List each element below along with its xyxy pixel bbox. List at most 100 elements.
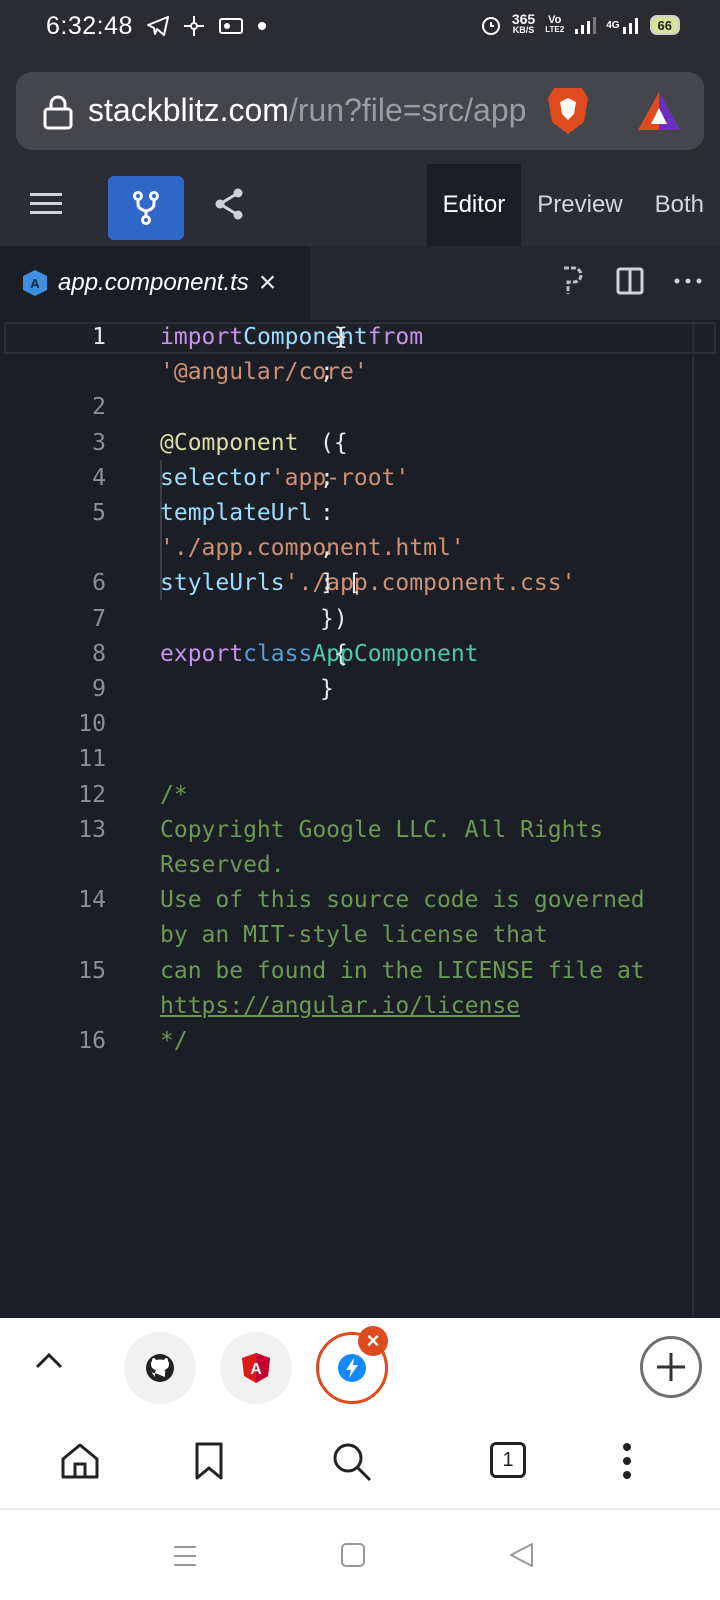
code-line[interactable]: 9} (0, 672, 720, 707)
line-number: 3 (92, 429, 106, 456)
system-nav-bar (0, 1510, 720, 1600)
code-text: templateUrl: (160, 496, 334, 531)
new-tab-button[interactable] (640, 1336, 702, 1398)
alarm-icon (481, 17, 500, 35)
outlook-icon (219, 18, 243, 34)
code-token: }) (320, 605, 348, 632)
code-token: ({ (320, 429, 348, 456)
line-number: 12 (78, 781, 106, 808)
code-line[interactable]: 12 /* (0, 778, 720, 813)
line-number: 8 (92, 640, 106, 667)
volte-indicator: Vo LTE2 (545, 14, 565, 35)
code-token: can be found in the LICENSE file at (160, 957, 645, 984)
home-nav-icon[interactable] (340, 1542, 366, 1568)
code-token: export (160, 640, 244, 667)
home-icon[interactable] (60, 1442, 100, 1480)
status-bar: 6:32:48 365 KB/S Vo LTE2 4G 66 (0, 0, 720, 56)
code-text: selector: 'app-root', (160, 461, 409, 496)
angular-icon: A (242, 1353, 270, 1383)
svg-text:A: A (30, 276, 40, 291)
code-line[interactable]: 15 can be found in the LICENSE file at (0, 954, 720, 989)
stackblitz-toolbar: Editor Preview Both (0, 164, 720, 246)
code-text: styleUrls: ['./app.component.css'] (160, 566, 575, 601)
chevron-up-icon[interactable] (34, 1346, 64, 1376)
code-editor[interactable]: 1 import { Component } from '@angular/core… (0, 320, 720, 1318)
tab-angular[interactable]: A (220, 1332, 292, 1404)
line-number: 7 (92, 605, 106, 632)
more-actions-icon[interactable] (674, 277, 702, 285)
code-line[interactable]: 2 (0, 390, 720, 425)
code-line[interactable]: 10 (0, 707, 720, 742)
brave-rewards-icon[interactable] (636, 90, 682, 132)
line-number: 4 (92, 464, 106, 491)
address-bar[interactable]: stackblitz.com/run?file=src/app (16, 72, 704, 150)
share-icon[interactable] (214, 188, 244, 220)
line-number: 9 (92, 676, 106, 702)
code-line[interactable]: 1 import { Component } from (0, 320, 720, 355)
code-token: /* (160, 781, 188, 808)
file-tab-label: app.component.ts (58, 269, 249, 296)
code-text: Use of this source code is governed (160, 883, 645, 918)
code-text: Copyright Google LLC. All Rights (160, 813, 603, 848)
code-line[interactable]: by an MIT-style license that (0, 918, 720, 953)
bookmark-icon[interactable] (194, 1442, 224, 1480)
tab-editor[interactable]: Editor (426, 164, 522, 246)
code-line[interactable]: 16 */ (0, 1024, 720, 1059)
prettier-icon[interactable] (560, 266, 586, 296)
browser-bottom-nav: 1 (0, 1418, 720, 1510)
net-speed: 365 KB/S (511, 11, 536, 35)
signal-4g: 4G (606, 15, 639, 35)
lock-icon[interactable] (42, 94, 74, 130)
file-tab[interactable]: A app.component.ts × (0, 246, 310, 320)
code-line[interactable]: 7}) (0, 602, 720, 637)
brave-shields-icon[interactable] (546, 84, 590, 136)
code-line[interactable]: https://angular.io/license (0, 989, 720, 1024)
code-text: './app.component.html', (160, 531, 465, 566)
code-line[interactable]: 3 @Component ({ (0, 426, 720, 461)
code-token: */ (160, 1028, 188, 1054)
code-token[interactable]: https://angular.io/license (160, 993, 520, 1019)
status-right: 365 KB/S Vo LTE2 4G 66 (480, 11, 680, 36)
fork-button[interactable] (108, 176, 184, 240)
code-line[interactable]: 8 export class AppComponent { (0, 637, 720, 672)
split-editor-icon[interactable] (616, 267, 644, 295)
code-token: import (160, 324, 244, 350)
close-tab-icon[interactable]: × (259, 268, 277, 298)
back-icon[interactable] (508, 1542, 534, 1568)
tab-both[interactable]: Both (639, 164, 720, 246)
code-line[interactable]: 14 Use of this source code is governed (0, 883, 720, 918)
fork-icon (133, 191, 159, 225)
menu-icon[interactable] (30, 190, 62, 218)
code-token: Copyright Google LLC. All Rights (160, 816, 604, 843)
code-token: Reserved. (160, 852, 285, 878)
code-line[interactable]: 13 Copyright Google LLC. All Rights (0, 813, 720, 848)
recents-icon[interactable] (172, 1544, 198, 1568)
tab-preview[interactable]: Preview (521, 164, 638, 246)
line-number: 1 (92, 324, 106, 350)
tab-github[interactable] (124, 1332, 196, 1404)
signal-icon-2 (622, 18, 638, 34)
url-text[interactable]: stackblitz.com/run?file=src/app (88, 92, 528, 129)
more-menu-icon[interactable] (620, 1442, 634, 1480)
code-line[interactable]: 5 templateUrl: (0, 496, 720, 531)
code-line[interactable]: 6 styleUrls: ['./app.component.css'] (0, 566, 720, 601)
code-text: */ (160, 1024, 188, 1059)
code-line[interactable]: 4 selector: 'app-root', (0, 461, 720, 496)
close-tab-button[interactable]: × (358, 1326, 388, 1356)
code-line[interactable]: '@angular/core'; (0, 355, 720, 390)
line-number: 14 (78, 887, 106, 914)
search-icon[interactable] (332, 1442, 372, 1482)
code-token: by an MIT-style license that (160, 922, 548, 949)
tab-count-button[interactable]: 1 (490, 1442, 526, 1478)
code-text: Reserved. (160, 848, 285, 883)
url-path: /run?file=src/app (288, 92, 527, 128)
editor-actions (560, 266, 702, 296)
code-token: '@angular/core' (160, 359, 368, 386)
code-line[interactable]: 11 (0, 742, 720, 777)
code-token: templateUrl (160, 500, 313, 526)
code-line[interactable]: './app.component.html', (0, 531, 720, 566)
code-text: import { Component } from (160, 320, 423, 355)
code-line[interactable]: Reserved. (0, 848, 720, 883)
code-token: class (243, 640, 313, 667)
line-number: 15 (78, 957, 106, 984)
